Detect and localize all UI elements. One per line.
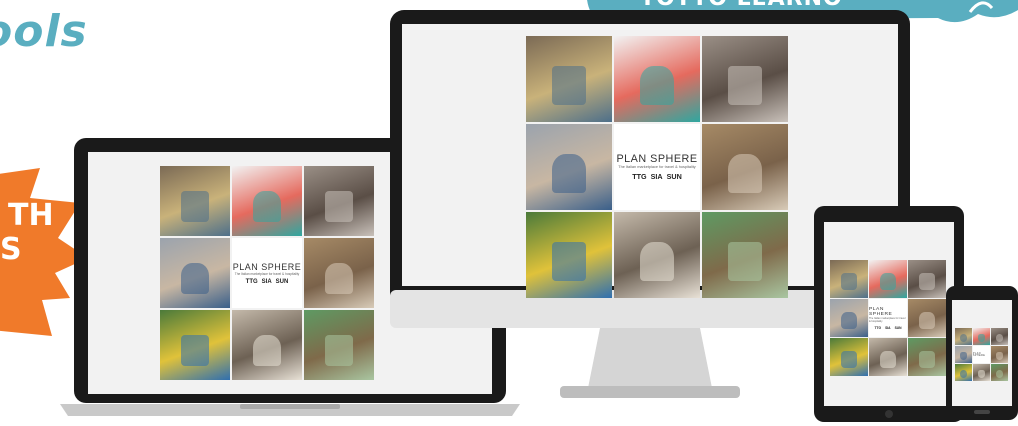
photo-lounge: [991, 328, 1008, 345]
photo-house-model: [869, 338, 907, 376]
photo-house-model-accent: [639, 242, 675, 281]
photo-lounge: [304, 166, 374, 236]
photo-wooden-cabin-accent: [919, 312, 935, 330]
photo-playground: [160, 310, 230, 380]
logo-mark-sia: SIA: [650, 172, 663, 181]
desktop-tile-grid: PLAN SPHERE The Italian marketplace for t…: [526, 36, 788, 298]
logo-mark-sun: SUN: [275, 278, 289, 285]
logo-tagline: The Italian marketplace for travel & hos…: [869, 316, 906, 323]
photo-house-model-accent: [978, 369, 985, 378]
logo-mark-ttg: TTG: [632, 172, 647, 181]
photo-wooden-cabin: [908, 299, 946, 337]
photo-exhibition-hall: [160, 238, 230, 308]
photo-exhibition-hall: [830, 299, 868, 337]
photo-playground: [955, 364, 972, 381]
logo-brand-text: PLAN SPHERE: [232, 261, 302, 272]
photo-pink-chair: [614, 36, 700, 122]
photo-lounge: [908, 260, 946, 298]
photo-wooden-cabin: [702, 124, 788, 210]
photo-exhibition-hall-accent: [841, 312, 857, 330]
photo-playground-accent: [960, 369, 967, 378]
photo-wooden-cabin-accent: [325, 262, 353, 294]
logo-marks-row: TTG SIA SUN: [632, 172, 682, 181]
photo-green-wall-accent: [996, 369, 1003, 378]
photo-pink-chair: [869, 260, 907, 298]
photo-green-wall-accent: [325, 334, 353, 366]
logo-mark-ttg: TTG: [245, 278, 258, 285]
tablet-device: PLAN SPHERE The Italian marketplace for t…: [814, 206, 964, 422]
photo-pool-ladder: [160, 166, 230, 236]
photo-wooden-cabin-accent: [996, 351, 1003, 360]
logo-tagline: The Italian marketplace for travel & hos…: [234, 271, 300, 276]
logo-tile: PLAN SPHERE The Italian marketplace for t…: [869, 299, 907, 337]
photo-pink-chair-accent: [978, 333, 985, 342]
photo-green-wall: [908, 338, 946, 376]
photo-lounge-accent: [727, 66, 763, 105]
photo-playground-accent: [181, 334, 209, 366]
logo-mark-sia: SIA: [885, 325, 891, 330]
logo-tile: PLAN SPHERE The Italian marketplace for t…: [614, 124, 700, 210]
photo-exhibition-hall-accent: [551, 154, 587, 193]
photo-playground-accent: [841, 351, 857, 369]
logo-tagline: The Italian marketplace for travel & hos…: [618, 165, 696, 169]
tablet-tile-grid: PLAN SPHERE The Italian marketplace for t…: [830, 260, 946, 376]
photo-pool-ladder-accent: [551, 66, 587, 105]
photo-pink-chair-accent: [639, 66, 675, 105]
badge-text-line2: S: [0, 232, 22, 267]
photo-green-wall-accent: [919, 351, 935, 369]
logo-tile: PLAN SPHERE The Italian marketplace for t…: [232, 238, 302, 308]
photo-house-model-accent: [880, 351, 896, 369]
photo-lounge-accent: [996, 333, 1003, 342]
logo-marks-row: TTG SIA SUN: [246, 279, 289, 285]
photo-pink-chair-accent: [253, 190, 281, 222]
photo-house-model: [232, 310, 302, 380]
logo-mark-sun: SUN: [894, 325, 902, 330]
photo-pool-ladder: [830, 260, 868, 298]
photo-lounge-accent: [325, 190, 353, 222]
photo-wooden-cabin: [991, 346, 1008, 363]
laptop-tile-grid: PLAN SPHERE The Italian marketplace for t…: [160, 166, 374, 380]
photo-pink-chair: [232, 166, 302, 236]
photo-pink-chair: [973, 328, 990, 345]
photo-pool-ladder: [526, 36, 612, 122]
photo-wooden-cabin: [304, 238, 374, 308]
photo-house-model: [973, 364, 990, 381]
photo-green-wall-accent: [727, 242, 763, 281]
logo-brand-text: PLAN SPHERE: [869, 306, 893, 317]
logo-brand-text: PLAN SPHERE: [973, 352, 986, 357]
phone-tile-grid: PLAN SPHERE: [955, 328, 1008, 381]
photo-green-wall: [702, 212, 788, 298]
photo-green-wall: [304, 310, 374, 380]
photo-pool-ladder-accent: [960, 333, 967, 342]
logo-brand-text: PLAN SPHERE: [616, 153, 698, 165]
photo-pink-chair-accent: [880, 273, 896, 291]
photo-playground: [526, 212, 612, 298]
phone-device: PLAN SPHERE: [946, 286, 1018, 420]
photo-exhibition-hall-accent: [181, 262, 209, 294]
photo-exhibition-hall-accent: [960, 351, 967, 360]
logo-mark-ttg: TTG: [874, 325, 882, 330]
photo-pool-ladder-accent: [181, 190, 209, 222]
badge-text-line1: TH: [8, 198, 54, 233]
photo-house-model: [614, 212, 700, 298]
photo-playground-accent: [551, 242, 587, 281]
photo-lounge: [702, 36, 788, 122]
photo-pool-ladder-accent: [841, 273, 857, 291]
photo-exhibition-hall: [955, 346, 972, 363]
logo-mark-sun: SUN: [666, 172, 682, 181]
logo-mark-sia: SIA: [261, 278, 272, 285]
photo-house-model-accent: [253, 334, 281, 366]
page-heading: ools: [0, 6, 88, 57]
logo-tile: PLAN SPHERE: [973, 346, 990, 363]
photo-lounge-accent: [919, 273, 935, 291]
photo-exhibition-hall: [526, 124, 612, 210]
photo-wooden-cabin-accent: [727, 154, 763, 193]
photo-green-wall: [991, 364, 1008, 381]
logo-marks-row: TTG SIA SUN: [874, 326, 901, 330]
photo-pool-ladder: [955, 328, 972, 345]
photo-playground: [830, 338, 868, 376]
